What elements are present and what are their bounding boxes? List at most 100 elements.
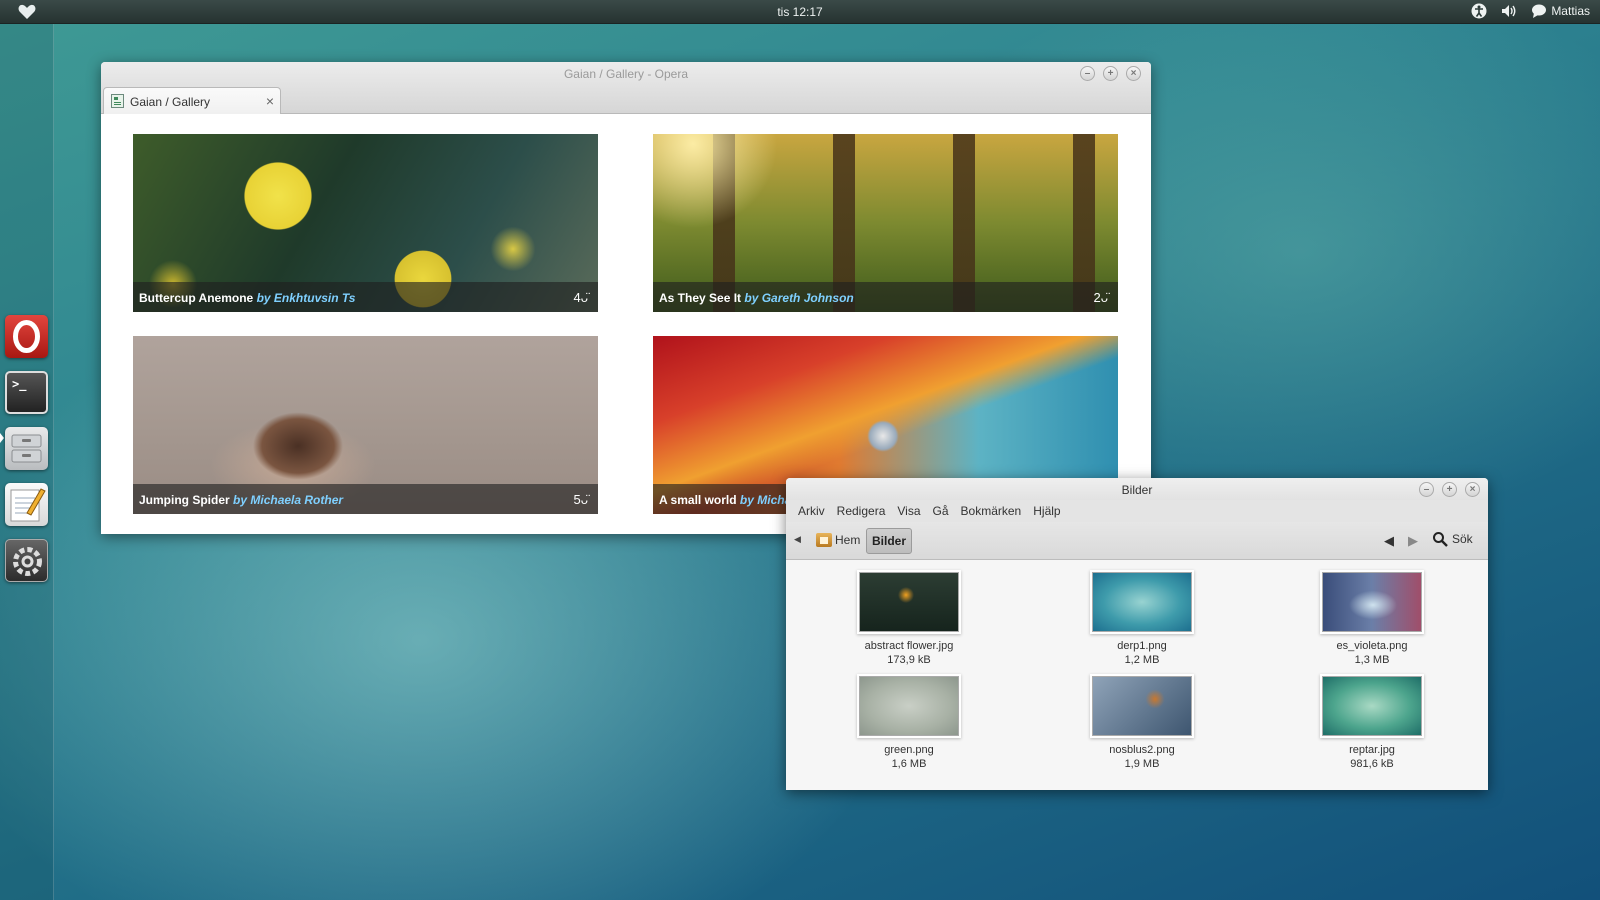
- page-icon: [111, 94, 124, 108]
- editor-launcher[interactable]: [5, 483, 48, 526]
- forward-arrow-icon[interactable]: ▶: [1408, 533, 1418, 549]
- file-item[interactable]: derp1.png 1,2 MB: [1077, 572, 1207, 666]
- file-name: derp1.png: [1117, 640, 1167, 652]
- opera-window: Gaian / Gallery - Opera – + × Gaian / Ga…: [101, 62, 1151, 534]
- back-arrow-icon[interactable]: ◀: [1384, 533, 1394, 549]
- window-title: Bilder: [1121, 483, 1153, 497]
- close-button[interactable]: ×: [1465, 482, 1480, 497]
- card-author[interactable]: by Enkhtuvsin Ts: [257, 291, 356, 305]
- window-controls: – + ×: [1419, 482, 1480, 497]
- file-item[interactable]: abstract flower.jpg 173,9 kB: [844, 572, 974, 666]
- file-manager-window: Bilder – + × Arkiv Redigera Visa Gå Bokm…: [786, 478, 1488, 790]
- menu-redigera[interactable]: Redigera: [831, 504, 892, 518]
- file-size: 1,6 MB: [891, 758, 927, 770]
- window-title: Gaian / Gallery - Opera: [563, 67, 689, 81]
- card-caption: As They See It by Gareth Johnson 2ᴗ̈: [653, 282, 1118, 312]
- home-folder-icon: [816, 533, 832, 547]
- text-editor-icon: [10, 488, 46, 522]
- card-title: As They See It: [659, 291, 742, 305]
- gallery-card[interactable]: Buttercup Anemone by Enkhtuvsin Ts 4ᴗ̈: [133, 134, 598, 312]
- file-thumbnail: [1092, 676, 1192, 736]
- smile-icon[interactable]: ᴗ̈: [581, 290, 588, 305]
- maximize-button[interactable]: +: [1442, 482, 1457, 497]
- chat-icon: [1532, 4, 1547, 18]
- menu-arkiv[interactable]: Arkiv: [792, 504, 831, 518]
- accessibility-icon[interactable]: [1471, 3, 1487, 19]
- opera-titlebar[interactable]: Gaian / Gallery - Opera – + × Gaian / Ga…: [101, 62, 1151, 114]
- file-thumbnail: [1322, 572, 1422, 632]
- file-size: 1,9 MB: [1124, 758, 1160, 770]
- file-size: 981,6 kB: [1350, 758, 1394, 770]
- file-thumbnail: [1322, 676, 1422, 736]
- terminal-icon: >_: [12, 377, 27, 391]
- file-thumbnail: [1092, 572, 1192, 632]
- file-thumbnail: [859, 572, 959, 632]
- card-title: A small world: [659, 493, 737, 507]
- terminal-launcher[interactable]: >_: [5, 371, 48, 414]
- toolbar: ◀ Hem Bilder ◀ ▶ Sök: [786, 522, 1488, 560]
- file-cabinet-icon: [11, 434, 42, 463]
- file-grid: abstract flower.jpg 173,9 kB derp1.png 1…: [786, 560, 1488, 790]
- path-back-icon[interactable]: ◀: [794, 534, 801, 545]
- window-controls: – + ×: [1080, 66, 1141, 81]
- menubar: Arkiv Redigera Visa Gå Bokmärken Hjälp: [786, 500, 1488, 522]
- files-launcher[interactable]: [5, 427, 48, 470]
- opera-launcher[interactable]: [5, 315, 48, 358]
- settings-launcher[interactable]: [5, 539, 48, 582]
- file-name: nosblus2.png: [1109, 744, 1175, 756]
- user-name: Mattias: [1551, 4, 1590, 18]
- card-author[interactable]: by Gareth Johnson: [744, 291, 853, 305]
- close-button[interactable]: ×: [1126, 66, 1141, 81]
- card-author[interactable]: by Michaela Rother: [233, 493, 343, 507]
- file-item[interactable]: reptar.jpg 981,6 kB: [1307, 676, 1437, 770]
- tab-close-icon[interactable]: ×: [266, 93, 274, 109]
- file-thumbnail: [859, 676, 959, 736]
- dock: >_: [0, 24, 54, 900]
- like-count: 5: [573, 492, 581, 507]
- file-manager-titlebar[interactable]: Bilder – + ×: [786, 478, 1488, 500]
- file-name: reptar.jpg: [1349, 744, 1395, 756]
- file-name: green.png: [884, 744, 934, 756]
- menu-bokmarken[interactable]: Bokmärken: [955, 504, 1028, 518]
- file-item[interactable]: green.png 1,6 MB: [844, 676, 974, 770]
- menu-visa[interactable]: Visa: [891, 504, 926, 518]
- menu-hjalp[interactable]: Hjälp: [1027, 504, 1066, 518]
- running-indicator: [0, 433, 4, 443]
- file-size: 173,9 kB: [887, 654, 931, 666]
- card-title: Jumping Spider: [139, 493, 230, 507]
- gallery-card[interactable]: As They See It by Gareth Johnson 2ᴗ̈: [653, 134, 1118, 312]
- panel-indicators: Mattias: [1471, 3, 1590, 19]
- breadcrumb-current[interactable]: Bilder: [866, 528, 913, 554]
- opera-icon: [13, 320, 40, 353]
- card-caption: Jumping Spider by Michaela Rother 5ᴗ̈: [133, 484, 598, 514]
- search-button[interactable]: Sök: [1432, 531, 1473, 547]
- file-item[interactable]: es_violeta.png 1,3 MB: [1307, 572, 1437, 666]
- tab-gaian-gallery[interactable]: Gaian / Gallery ×: [103, 87, 281, 114]
- tab-label: Gaian / Gallery: [130, 95, 211, 109]
- breadcrumb-home-label: Hem: [835, 533, 861, 547]
- file-item[interactable]: nosblus2.png 1,9 MB: [1077, 676, 1207, 770]
- user-menu[interactable]: Mattias: [1531, 3, 1590, 19]
- search-icon: [1433, 532, 1448, 547]
- card-caption: Buttercup Anemone by Enkhtuvsin Ts 4ᴗ̈: [133, 282, 598, 312]
- volume-icon[interactable]: [1501, 3, 1517, 19]
- smile-icon[interactable]: ᴗ̈: [581, 492, 588, 507]
- maximize-button[interactable]: +: [1103, 66, 1118, 81]
- smile-icon[interactable]: ᴗ̈: [1101, 290, 1108, 305]
- file-name: abstract flower.jpg: [864, 640, 954, 652]
- search-label: Sök: [1452, 532, 1473, 546]
- gallery-card[interactable]: Jumping Spider by Michaela Rother 5ᴗ̈: [133, 336, 598, 514]
- menu-ga[interactable]: Gå: [927, 504, 955, 518]
- file-size: 1,3 MB: [1354, 654, 1390, 666]
- file-size: 1,2 MB: [1124, 654, 1160, 666]
- minimize-button[interactable]: –: [1080, 66, 1095, 81]
- settings-icon: [13, 547, 42, 576]
- panel-clock[interactable]: tis 12:17: [0, 5, 1600, 19]
- gallery: Buttercup Anemone by Enkhtuvsin Ts 4ᴗ̈ A…: [101, 114, 1151, 534]
- breadcrumb-home[interactable]: Hem: [816, 533, 860, 547]
- minimize-button[interactable]: –: [1419, 482, 1434, 497]
- file-name: es_violeta.png: [1336, 640, 1408, 652]
- card-title: Buttercup Anemone: [139, 291, 254, 305]
- top-panel: tis 12:17 Mattias: [0, 0, 1600, 24]
- like-count: 4: [573, 290, 581, 305]
